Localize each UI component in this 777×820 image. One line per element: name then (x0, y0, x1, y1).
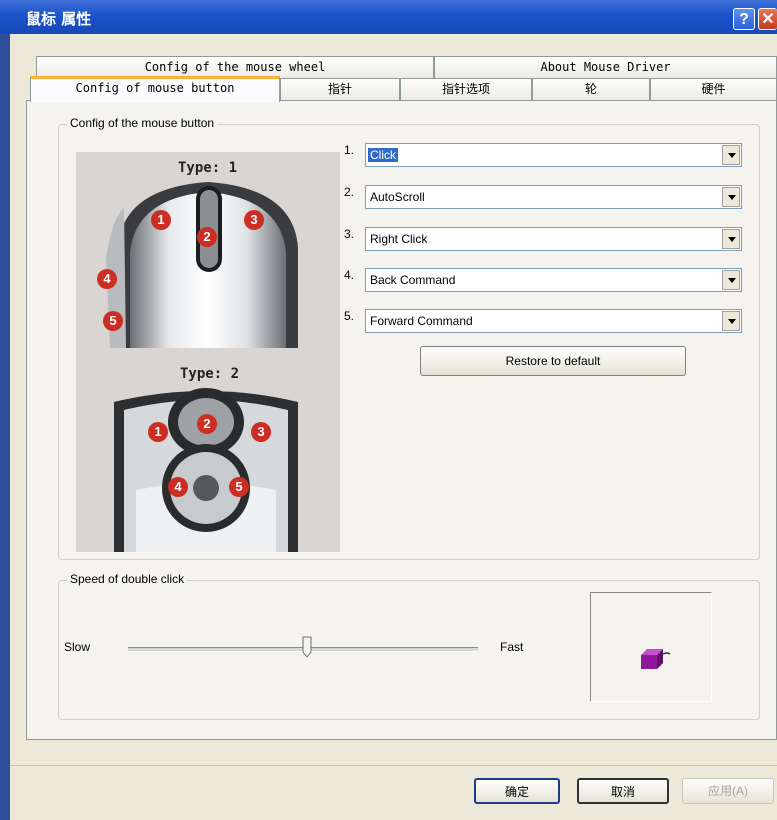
svg-text:1: 1 (154, 424, 161, 439)
slow-label: Slow (64, 640, 91, 654)
title-bar: 鼠标 属性 ? ✕ (0, 0, 777, 34)
assignment-4-number: 4. (344, 268, 355, 282)
button-1-value: Click (368, 148, 398, 162)
apply-button[interactable]: 应用(A) (682, 778, 774, 804)
chevron-down-icon[interactable] (722, 229, 740, 249)
button-5-value: Forward Command (370, 314, 473, 328)
test-box-icon (641, 649, 671, 669)
marker-5-icon: 5 (103, 311, 123, 331)
button-4-value: Back Command (370, 273, 456, 287)
cancel-button[interactable]: 取消 (577, 778, 669, 804)
mouse-button-group-label: Config of the mouse button (67, 116, 218, 130)
restore-default-button[interactable]: Restore to default (420, 346, 686, 376)
svg-text:1: 1 (157, 212, 164, 227)
tab-mouse-button-config[interactable]: Config of mouse button (30, 76, 280, 102)
svg-text:3: 3 (250, 212, 257, 227)
button-2-value: AutoScroll (370, 190, 425, 204)
close-button[interactable]: ✕ (758, 8, 777, 30)
chevron-down-icon[interactable] (722, 187, 740, 207)
button-3-dropdown[interactable]: Right Click (365, 227, 742, 251)
mouse-properties-window: 鼠标 属性 ? ✕ Config of the mouse wheel Abou… (0, 0, 777, 820)
tab-wheel-config[interactable]: Config of the mouse wheel (36, 56, 434, 78)
mouse-type-2-image (114, 388, 298, 552)
svg-text:5: 5 (235, 479, 242, 494)
marker-2b-icon: 2 (197, 414, 217, 434)
chevron-down-icon[interactable] (722, 270, 740, 290)
button-2-dropdown[interactable]: AutoScroll (365, 185, 742, 209)
svg-text:2: 2 (203, 229, 210, 244)
assignment-3-number: 3. (344, 227, 355, 241)
tab-about-driver[interactable]: About Mouse Driver (434, 56, 777, 78)
assignment-5-number: 5. (344, 309, 355, 323)
marker-5b-icon: 5 (229, 477, 249, 497)
assignment-2-number: 2. (344, 185, 355, 199)
tab-wheel[interactable]: 轮 (532, 78, 650, 100)
chevron-down-icon[interactable] (722, 311, 740, 331)
chevron-down-icon[interactable] (722, 145, 740, 165)
footer-divider (10, 765, 777, 766)
marker-1b-icon: 1 (148, 422, 168, 442)
marker-4b-icon: 4 (168, 477, 188, 497)
marker-3b-icon: 3 (251, 422, 271, 442)
button-3-value: Right Click (370, 232, 428, 246)
marker-2-icon: 2 (197, 227, 217, 247)
tab-hardware[interactable]: 硬件 (650, 78, 777, 100)
double-click-test-area[interactable] (590, 592, 712, 702)
assignment-1-number: 1. (344, 143, 355, 157)
svg-text:4: 4 (103, 271, 111, 286)
window-title: 鼠标 属性 (26, 10, 92, 28)
button-1-dropdown[interactable]: Click (365, 143, 742, 167)
marker-4-icon: 4 (97, 269, 117, 289)
slider-thumb[interactable] (302, 636, 312, 658)
tab-pointers[interactable]: 指针 (280, 78, 400, 100)
double-click-speed-label: Speed of double click (67, 572, 188, 586)
marker-3-icon: 3 (244, 210, 264, 230)
button-4-dropdown[interactable]: Back Command (365, 268, 742, 292)
svg-text:3: 3 (257, 424, 264, 439)
ok-button[interactable]: 确定 (474, 778, 560, 804)
button-5-dropdown[interactable]: Forward Command (365, 309, 742, 333)
marker-1-icon: 1 (151, 210, 171, 230)
fast-label: Fast (500, 640, 524, 654)
help-button[interactable]: ? (733, 8, 755, 30)
svg-text:2: 2 (203, 416, 210, 431)
tab-pointer-options[interactable]: 指针选项 (400, 78, 532, 100)
type-1-label: Type: 1 (178, 160, 238, 176)
svg-text:5: 5 (109, 313, 116, 328)
svg-text:4: 4 (174, 479, 182, 494)
